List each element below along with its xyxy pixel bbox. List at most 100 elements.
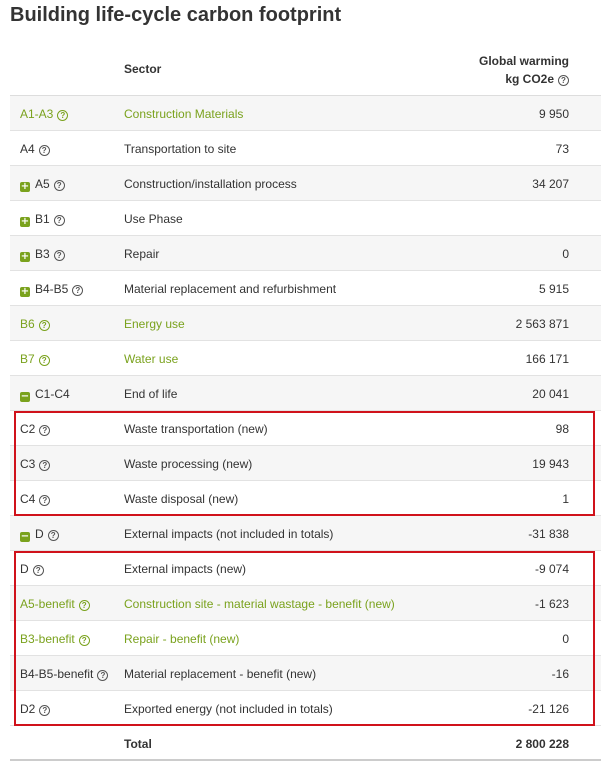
row-code-label: D2 — [20, 702, 36, 716]
row-code-label: A5-benefit — [20, 597, 75, 611]
table-row: C3? Waste processing (new) 19 943 — [10, 446, 601, 481]
row-sector[interactable]: Construction site - material wastage - b… — [124, 597, 395, 611]
row-value: -1 623 — [534, 597, 569, 611]
collapse-icon[interactable]: − — [20, 532, 30, 542]
collapse-icon[interactable]: − — [20, 392, 30, 402]
row-sector[interactable]: Repair - benefit (new) — [124, 632, 239, 646]
help-icon[interactable]: ? — [72, 285, 84, 296]
table-row: C4? Waste disposal (new) 1 — [10, 481, 601, 516]
table-row: A1-A3? Construction Materials 9 950 — [10, 96, 601, 131]
row-value: 0 — [562, 632, 569, 646]
help-icon[interactable]: ? — [38, 355, 50, 366]
row-code[interactable]: A1-A3? — [20, 107, 69, 121]
row-value: 9 950 — [538, 107, 569, 121]
row-code: A4? — [20, 142, 50, 156]
row-code-label: B3 — [35, 247, 50, 261]
row-code: + B4-B5? — [20, 282, 84, 297]
help-icon[interactable]: ? — [558, 75, 569, 86]
row-sector: Material replacement and refurbishment — [124, 282, 337, 296]
table-row: A4? Transportation to site 73 — [10, 131, 601, 166]
row-code-label: B1 — [35, 212, 50, 226]
expand-icon[interactable]: + — [20, 252, 30, 262]
row-sector: Waste disposal (new) — [124, 492, 239, 506]
row-code-label: B4-B5 — [35, 282, 69, 296]
row-value: 20 041 — [532, 387, 569, 401]
help-icon[interactable]: ? — [57, 110, 69, 121]
row-value: 1 — [562, 492, 569, 506]
carbon-footprint-table: Sector Global warming kg CO2e? A1-A3? Con… — [10, 40, 601, 761]
row-code-label: A5 — [35, 177, 50, 191]
table-row: B7? Water use 166 171 — [10, 341, 601, 376]
row-code-label: C1-C4 — [35, 387, 70, 401]
row-code-label: C3 — [20, 457, 36, 471]
row-code[interactable]: B7? — [20, 352, 50, 366]
row-sector[interactable]: Water use — [124, 352, 178, 366]
help-icon[interactable]: ? — [97, 670, 109, 681]
row-value: 34 207 — [532, 177, 569, 191]
row-code: + B1? — [20, 212, 65, 227]
help-icon[interactable]: ? — [53, 215, 65, 226]
row-value: 166 171 — [525, 352, 569, 366]
row-value: 73 — [555, 142, 569, 156]
row-code-label: B7 — [20, 352, 35, 366]
gw-header-line1: Global warming — [478, 54, 569, 68]
table-row: − C1-C4 End of life 20 041 — [10, 376, 601, 411]
row-sector: Exported energy (not included in totals) — [124, 702, 333, 716]
table-row: + B4-B5? Material replacement and refurbis… — [10, 271, 601, 306]
row-code-label: B3-benefit — [20, 632, 75, 646]
sector-column-header: Sector — [124, 62, 162, 76]
row-code: + B3? — [20, 247, 65, 262]
row-sector: Material replacement - benefit (new) — [124, 667, 317, 681]
expand-icon[interactable]: + — [20, 182, 30, 192]
row-value: 98 — [555, 422, 569, 436]
help-icon[interactable]: ? — [38, 145, 50, 156]
help-icon[interactable]: ? — [78, 635, 90, 646]
table-row: − D? External impacts (not included in tot… — [10, 516, 601, 551]
help-icon[interactable]: ? — [78, 600, 90, 611]
row-sector: Use Phase — [124, 212, 183, 226]
row-sector: Transportation to site — [124, 142, 237, 156]
row-code-label: C2 — [20, 422, 36, 436]
row-value: 5 915 — [538, 282, 569, 296]
help-icon[interactable]: ? — [47, 530, 59, 541]
table-row: D? External impacts (new) -9 074 — [10, 551, 601, 586]
row-value: -21 126 — [528, 702, 569, 716]
global-warming-column-header: Global warming kg CO2e? — [479, 52, 569, 88]
table-row: B6? Energy use 2 563 871 — [10, 306, 601, 341]
row-code: + A5? — [20, 177, 65, 192]
row-code: C4? — [20, 492, 51, 506]
help-icon[interactable]: ? — [32, 565, 44, 576]
table-row: + B1? Use Phase — [10, 201, 601, 236]
row-sector: End of life — [124, 387, 178, 401]
row-code-label: A1-A3 — [20, 107, 54, 121]
expand-icon[interactable]: + — [20, 217, 30, 227]
gw-header-unit: kg CO2e — [505, 72, 554, 86]
row-code[interactable]: A5-benefit? — [20, 597, 90, 611]
row-code[interactable]: B6? — [20, 317, 50, 331]
expand-icon[interactable]: + — [20, 287, 30, 297]
row-sector[interactable]: Construction Materials — [124, 107, 243, 121]
help-icon[interactable]: ? — [39, 705, 51, 716]
help-icon[interactable]: ? — [39, 425, 51, 436]
row-code-label: A4 — [20, 142, 35, 156]
table-row: + A5? Construction/installation process 34 … — [10, 166, 601, 201]
row-code[interactable]: B3-benefit? — [20, 632, 90, 646]
table-header: Sector Global warming kg CO2e? — [10, 40, 601, 96]
row-code-label: C4 — [20, 492, 36, 506]
help-icon[interactable]: ? — [53, 180, 65, 191]
row-value: -31 838 — [528, 527, 569, 541]
table-row: A5-benefit? Construction site - material … — [10, 586, 601, 621]
help-icon[interactable]: ? — [53, 250, 65, 261]
row-value: -9 074 — [534, 562, 569, 576]
help-icon[interactable]: ? — [39, 460, 51, 471]
table-body: A1-A3? Construction Materials 9 950 A4? Tran… — [10, 96, 601, 726]
total-label: Total — [124, 737, 152, 751]
row-code: − D? — [20, 527, 59, 542]
table-row: C2? Waste transportation (new) 98 — [10, 411, 601, 446]
row-sector[interactable]: Energy use — [124, 317, 185, 331]
row-value: 0 — [562, 247, 569, 261]
help-icon[interactable]: ? — [39, 495, 51, 506]
row-code: − C1-C4 — [20, 387, 70, 402]
row-code-label: D — [20, 562, 29, 576]
help-icon[interactable]: ? — [38, 320, 50, 331]
